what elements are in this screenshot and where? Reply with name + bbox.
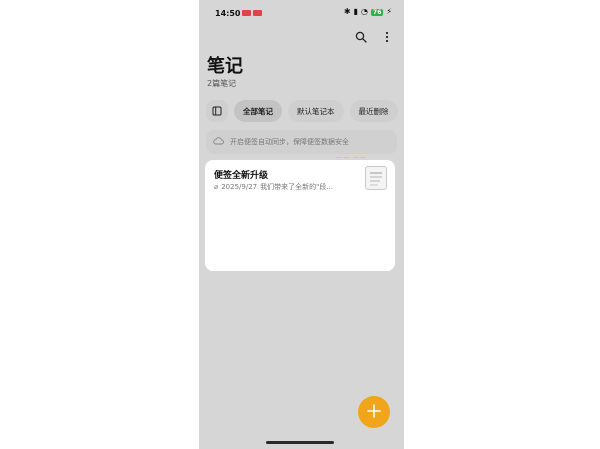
tab-recently-deleted[interactable]: 最近删除 [349, 100, 398, 122]
sync-banner[interactable]: 开启便签自动同步，保障便签数据安全 [206, 130, 397, 154]
tab-default-notebook[interactable]: 默认笔记本 [288, 100, 344, 122]
wifi-icon: ◔ [361, 7, 369, 16]
sidebar-toggle-icon[interactable] [206, 100, 228, 122]
signal-icon: ▮ [353, 7, 359, 16]
add-note-button[interactable] [358, 396, 390, 428]
note-card[interactable]: 便签全新升级 ⌀ 2025/9/27 我们带来了全新的"段... [205, 160, 395, 271]
attachment-icon: ⌀ [214, 183, 219, 191]
tab-all-notes[interactable]: 全部笔记 [234, 100, 282, 122]
status-icons: ✱ ▮ ◔ 76 ⚡ [344, 8, 392, 16]
cloud-icon [213, 137, 224, 147]
charging-icon: ⚡ [386, 7, 392, 16]
tab-bar: 全部笔记 默认笔记本 最近删除 [206, 100, 404, 122]
note-count: 2篇笔记 [207, 79, 237, 88]
status-bar: 14:50 ✱ ▮ ◔ 76 ⚡ [199, 0, 404, 26]
plus-icon [367, 403, 381, 422]
more-vertical-icon[interactable] [380, 30, 394, 44]
bluetooth-icon: ✱ [343, 7, 351, 16]
phone-screen: 14:50 ✱ ▮ ◔ 76 ⚡ 笔记 2篇笔记 全部笔记 默认笔记本 最近删除… [199, 0, 404, 449]
page-title: 笔记 [207, 56, 243, 77]
notification-badge-icon [242, 10, 251, 16]
status-time: 14:50 [215, 9, 241, 18]
note-date: 2025/9/27 [221, 183, 258, 191]
note-preview: 我们带来了全新的"段... [260, 183, 334, 191]
search-icon[interactable] [354, 30, 368, 44]
notification-badge-icon [253, 10, 262, 16]
sync-banner-text: 开启便签自动同步，保障便签数据安全 [230, 138, 349, 146]
battery-level: 76 [371, 8, 384, 16]
note-thumbnail [365, 166, 387, 190]
home-indicator[interactable] [266, 441, 334, 444]
note-meta: ⌀ 2025/9/27 我们带来了全新的"段... [214, 182, 333, 192]
note-title: 便签全新升级 [214, 171, 269, 181]
top-actions [354, 30, 394, 44]
